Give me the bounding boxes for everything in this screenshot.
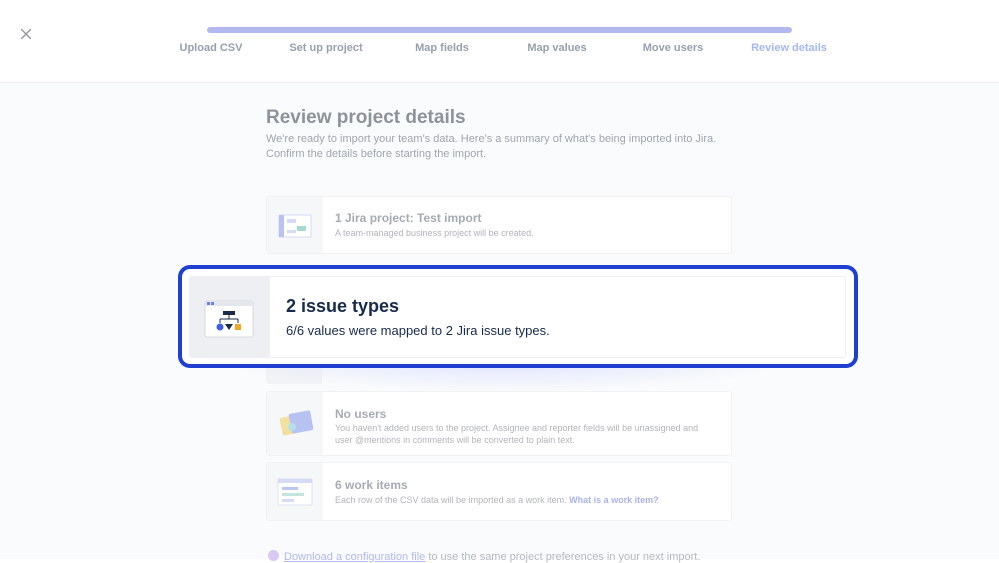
work-items-card-title: 6 work items <box>335 478 408 492</box>
top-bar: Upload CSV Set up project Map fields Map… <box>0 0 999 83</box>
close-icon[interactable] <box>18 26 34 42</box>
users-card-title: No users <box>335 407 387 421</box>
project-card-title: 1 Jira project: Test import <box>335 211 482 225</box>
step-map-values[interactable]: Map values <box>527 42 586 54</box>
progress-bar <box>207 27 792 33</box>
project-illustration-icon <box>267 197 323 253</box>
work-items-description-text: Each row of the CSV data will be importe… <box>335 495 567 505</box>
step-map-fields[interactable]: Map fields <box>415 42 469 54</box>
users-illustration-icon <box>267 392 323 455</box>
issue-types-highlight: 2 issue types 6/6 values were mapped to … <box>178 265 858 368</box>
project-summary-card: 1 Jira project: Test import A team-manag… <box>266 196 732 254</box>
issue-types-card-description: 6/6 values were mapped to 2 Jira issue t… <box>286 323 550 338</box>
progress-fill <box>207 27 792 33</box>
step-set-up-project[interactable]: Set up project <box>289 42 362 54</box>
work-items-summary-card: 6 work items Each row of the CSV data wi… <box>266 462 732 521</box>
users-card-description: You haven't added users to the project. … <box>335 423 699 445</box>
issue-types-illustration-icon <box>190 277 270 357</box>
intro-text: We're ready to import your team's data. … <box>266 133 717 160</box>
step-review-details[interactable]: Review details <box>751 42 827 54</box>
issue-types-card-title: 2 issue types <box>286 296 400 316</box>
project-card-description: A team-managed business project will be … <box>335 228 534 238</box>
step-move-users[interactable]: Move users <box>643 42 704 54</box>
what-is-work-item-link[interactable]: What is a work item? <box>569 495 659 505</box>
download-configuration-link[interactable]: Download a configuration file <box>284 551 425 563</box>
footnote-text: to use the same project preferences in y… <box>425 551 701 563</box>
configuration-footnote: Download a configuration file to use the… <box>268 550 700 563</box>
work-items-illustration-icon <box>267 463 323 520</box>
info-icon <box>268 550 279 561</box>
page-title: Review project details <box>266 107 466 128</box>
step-upload-csv[interactable]: Upload CSV <box>180 42 243 54</box>
issue-types-summary-card: 2 issue types 6/6 values were mapped to … <box>189 276 846 358</box>
users-summary-card: No users You haven't added users to the … <box>266 391 732 456</box>
work-items-card-description: Each row of the CSV data will be importe… <box>335 495 703 507</box>
